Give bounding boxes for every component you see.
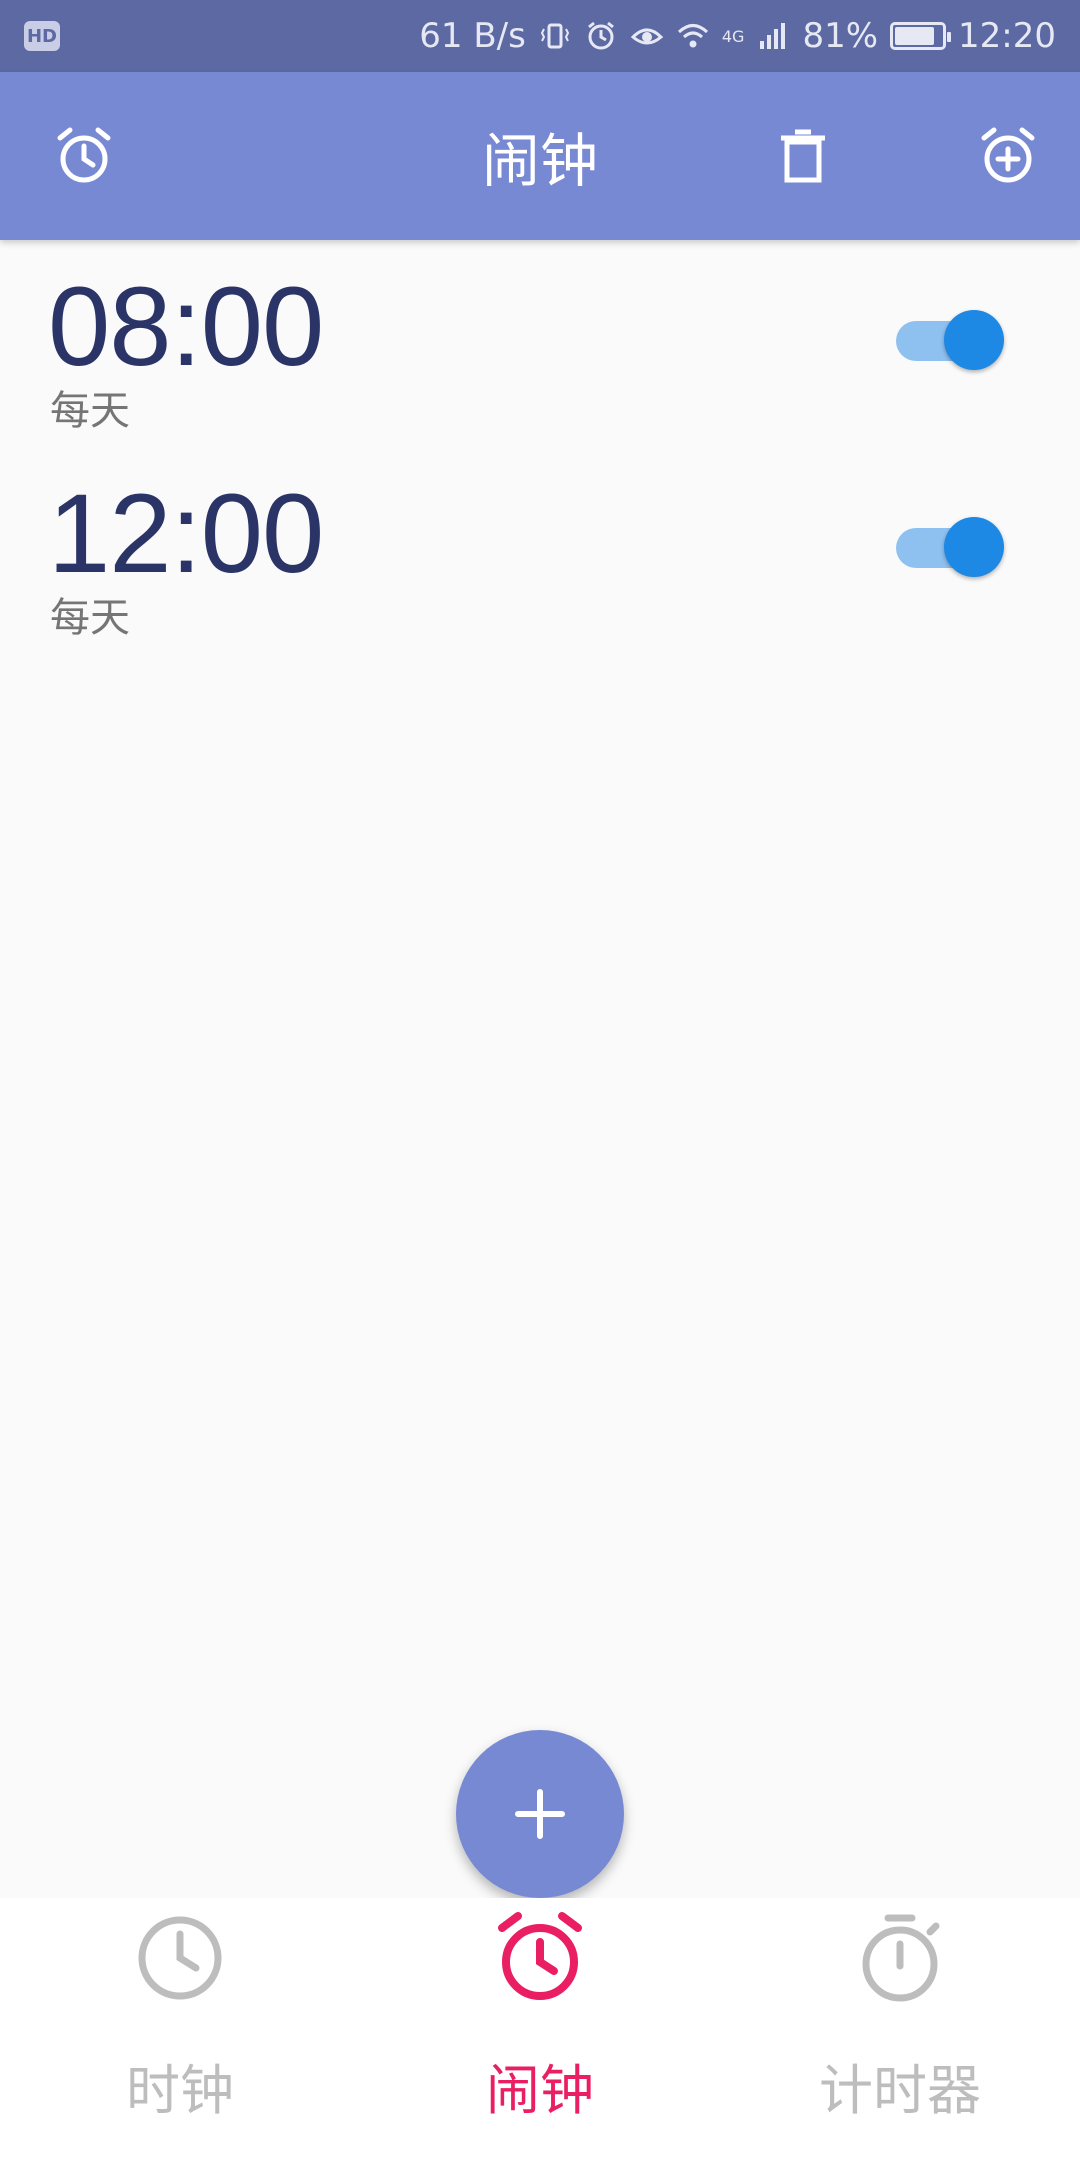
battery-icon: [890, 22, 952, 50]
alarm-toggle[interactable]: [892, 302, 1004, 370]
add-alarm-button[interactable]: [960, 108, 1056, 204]
alarm-time[interactable]: 12:00: [48, 469, 324, 598]
alarm-toggle[interactable]: [892, 509, 1004, 577]
alarm-clock-button[interactable]: [36, 108, 132, 204]
bottom-nav: 时钟 闹钟 计时器: [0, 1898, 1080, 2160]
app-bar: 闹钟: [0, 72, 1080, 240]
clock-icon: [138, 1916, 222, 2000]
tab-timer[interactable]: 计时器: [720, 1898, 1080, 2160]
plus-icon: [515, 1789, 565, 1839]
alarm-clock-icon: [498, 1912, 582, 2000]
wifi-icon: [677, 24, 708, 48]
toggle-thumb: [944, 310, 1004, 370]
tab-alarm[interactable]: 闹钟: [360, 1898, 720, 2160]
alarm-repeat: 每天: [50, 388, 130, 434]
eye-comfort-icon: [630, 28, 664, 45]
hd-badge: HD: [24, 21, 60, 51]
alarm-status-icon: [587, 21, 614, 50]
status-icons: 61 B/s 4G 81% 12:20: [419, 16, 1056, 56]
tab-label: 时钟: [126, 2059, 234, 2122]
network-type: 4G: [721, 26, 745, 46]
alarm-list: 08:00 每天 12:00 每天: [0, 240, 1080, 654]
alarm-clock-icon: [57, 127, 111, 183]
signal-icon: [760, 23, 786, 49]
clock-time: 12:20: [958, 16, 1056, 56]
battery-percent: 81%: [802, 16, 879, 56]
delete-button[interactable]: [755, 108, 851, 204]
tab-label: 闹钟: [486, 2059, 594, 2122]
add-fab-button[interactable]: [456, 1730, 624, 1898]
page-title: 闹钟: [481, 127, 598, 195]
stopwatch-icon: [862, 1914, 940, 2002]
toggle-thumb: [944, 517, 1004, 577]
alarm-add-icon: [981, 127, 1035, 183]
status-bar: HD 61 B/s 4G 81% 12:20: [0, 0, 1080, 72]
trash-icon: [781, 129, 825, 183]
tab-label: 计时器: [819, 2059, 981, 2122]
alarm-item[interactable]: 12:00 每天: [0, 447, 1080, 654]
tab-clock[interactable]: 时钟: [0, 1898, 360, 2160]
vibrate-icon: [540, 23, 569, 49]
alarm-repeat: 每天: [50, 595, 130, 641]
alarm-time[interactable]: 08:00: [48, 262, 324, 391]
alarm-item[interactable]: 08:00 每天: [0, 240, 1080, 447]
net-speed: 61 B/s: [419, 16, 526, 56]
screen: HD 61 B/s 4G 81% 12:20 闹钟 08:00 每天 12:00…: [0, 0, 1080, 2160]
